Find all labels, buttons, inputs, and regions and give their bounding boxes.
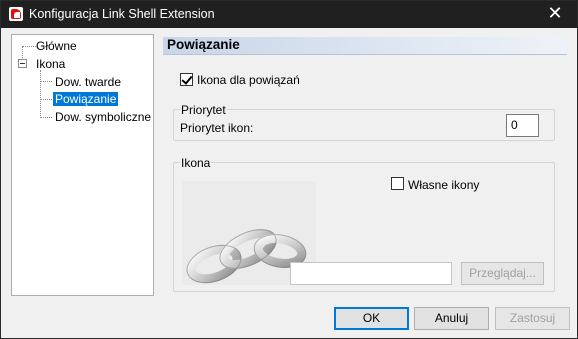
ok-button[interactable]: OK [334, 307, 409, 330]
own-icons-label: Własne ikony [408, 178, 480, 192]
apply-button[interactable]: Zastosuj [495, 307, 570, 330]
browse-button[interactable]: Przeglądaj... [461, 262, 544, 285]
dialog-window: Konfiguracja Link Shell Extension ✕ Głów… [0, 0, 578, 339]
priority-group-legend: Priorytet [180, 103, 227, 117]
icon-group-legend: Ikona [180, 156, 212, 170]
cancel-button[interactable]: Anuluj [414, 307, 489, 330]
tree-item-glowne[interactable]: Główne [36, 39, 77, 53]
priority-label: Priorytet ikon: [180, 121, 254, 135]
settings-tree[interactable]: Główne Ikona Dow. twarde Powiązanie Dow.… [11, 34, 154, 296]
title-bar: Konfiguracja Link Shell Extension ✕ [1, 1, 577, 28]
app-icon [9, 7, 23, 21]
priority-input[interactable]: 0 [506, 114, 539, 137]
icon-for-links-label: Ikona dla powiązań [197, 73, 300, 87]
icon-path-input[interactable] [290, 262, 452, 285]
icon-for-links-checkbox[interactable] [180, 73, 193, 86]
window-title: Konfiguracja Link Shell Extension [29, 7, 215, 21]
collapse-icon[interactable] [18, 59, 27, 68]
close-button[interactable]: ✕ [533, 1, 577, 28]
panel-title: Powiązanie [167, 37, 240, 52]
tree-item-dow-twarde[interactable]: Dow. twarde [55, 75, 121, 89]
tree-item-dow-symboliczne[interactable]: Dow. symboliczne [55, 110, 151, 124]
own-icons-checkbox[interactable] [391, 177, 404, 190]
tree-item-powiazanie[interactable]: Powiązanie [53, 92, 119, 106]
tree-item-ikona[interactable]: Ikona [36, 57, 65, 71]
close-icon: ✕ [547, 3, 563, 24]
panel-header: Powiązanie [163, 37, 567, 55]
